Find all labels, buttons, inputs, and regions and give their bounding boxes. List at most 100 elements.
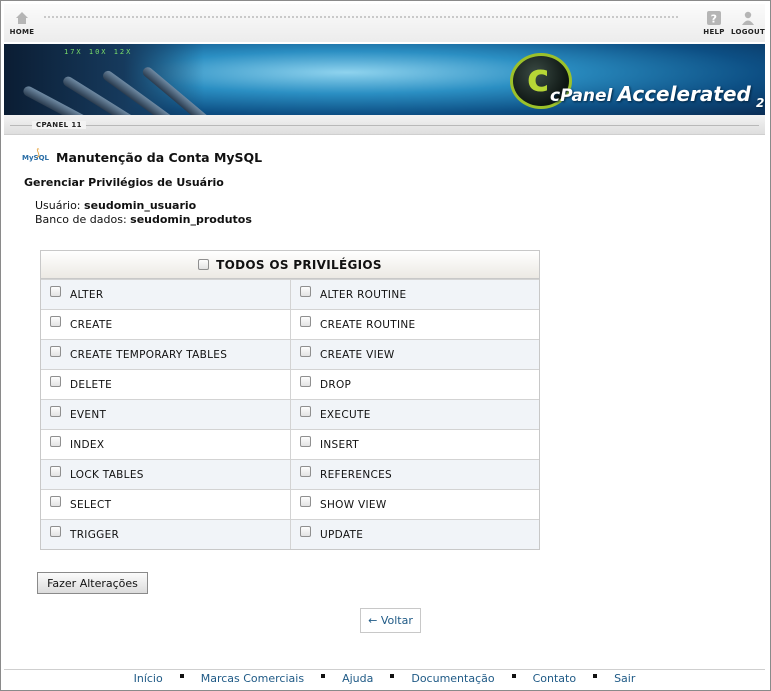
privilege-checkbox[interactable]: [50, 496, 61, 507]
privilege-cell[interactable]: INSERT: [290, 430, 539, 459]
privilege-checkbox[interactable]: [50, 286, 61, 297]
privileges-rows: ALTER ALTER ROUTINE CREATE CREATE ROUTINE CR…: [41, 279, 539, 549]
privilege-label: DROP: [320, 378, 352, 391]
home-button[interactable]: HOME: [4, 10, 40, 36]
privilege-label: CREATE ROUTINE: [320, 318, 416, 331]
privilege-checkbox[interactable]: [300, 466, 311, 477]
privilege-checkbox[interactable]: [50, 316, 61, 327]
user-line: Usuário: seudomin_usuario: [35, 199, 252, 213]
database-line: Banco de dados: seudomin_produtos: [35, 213, 252, 227]
database-value: seudomin_produtos: [130, 213, 252, 226]
privilege-cell[interactable]: DROP: [290, 370, 539, 399]
privilege-cell[interactable]: CREATE TEMPORARY TABLES: [41, 340, 290, 369]
privilege-cell[interactable]: TRIGGER: [41, 520, 290, 549]
privilege-checkbox[interactable]: [50, 466, 61, 477]
privilege-cell[interactable]: EVENT: [41, 400, 290, 429]
privilege-checkbox[interactable]: [300, 436, 311, 447]
privilege-checkbox[interactable]: [50, 346, 61, 357]
privilege-checkbox[interactable]: [300, 526, 311, 537]
privilege-row: SELECT SHOW VIEW: [41, 489, 539, 519]
save-changes-button[interactable]: Fazer Alterações: [37, 572, 148, 594]
footer-link-ajuda[interactable]: Ajuda: [331, 672, 384, 685]
version-divider: [10, 125, 759, 126]
privilege-cell[interactable]: UPDATE: [290, 520, 539, 549]
account-info: Usuário: seudomin_usuario Banco de dados…: [35, 199, 252, 227]
logout-label: LOGOUT: [730, 28, 766, 36]
privilege-label: CREATE VIEW: [320, 348, 395, 361]
privilege-label: ALTER: [70, 288, 104, 301]
home-icon: [4, 10, 40, 26]
privilege-cell[interactable]: ALTER ROUTINE: [290, 280, 539, 309]
help-button[interactable]: ? HELP: [696, 10, 732, 36]
privilege-label: INDEX: [70, 438, 105, 451]
privilege-cell[interactable]: ALTER: [41, 280, 290, 309]
banner-numbers: 17X 10X 12X: [64, 48, 133, 56]
database-label: Banco de dados:: [35, 213, 127, 226]
privilege-label: SELECT: [70, 498, 112, 511]
help-icon: ?: [696, 10, 732, 26]
privilege-cell[interactable]: SHOW VIEW: [290, 490, 539, 519]
toolbar-divider: [44, 16, 678, 20]
privilege-row: DELETE DROP: [41, 369, 539, 399]
privilege-cell[interactable]: INDEX: [41, 430, 290, 459]
privileges-table: TODOS OS PRIVILÉGIOS ALTER ALTER ROUTINE C…: [40, 250, 540, 550]
privilege-row: CREATE CREATE ROUTINE: [41, 309, 539, 339]
logout-button[interactable]: LOGOUT: [730, 10, 766, 36]
brand-version: 2: [755, 96, 765, 110]
help-label: HELP: [703, 28, 725, 36]
privilege-cell[interactable]: REFERENCES: [290, 460, 539, 489]
cpanel-brand: cPanel Accelerated 2: [550, 82, 764, 110]
brand-accelerated: Accelerated: [617, 82, 751, 106]
top-toolbar: HOME ? HELP LOGOUT: [4, 4, 765, 42]
footer-link-inicio[interactable]: Início: [123, 672, 174, 685]
privilege-checkbox[interactable]: [50, 526, 61, 537]
footer-link-sair[interactable]: Sair: [603, 672, 646, 685]
privilege-checkbox[interactable]: [50, 406, 61, 417]
footer-link-marcas[interactable]: Marcas Comerciais: [190, 672, 315, 685]
privilege-checkbox[interactable]: [300, 496, 311, 507]
privilege-label: ALTER ROUTINE: [320, 288, 407, 301]
footer-link-contato[interactable]: Contato: [522, 672, 587, 685]
privilege-cell[interactable]: CREATE: [41, 310, 290, 339]
privilege-label: TRIGGER: [70, 528, 120, 541]
privilege-label: INSERT: [320, 438, 359, 451]
privilege-row: CREATE TEMPORARY TABLES CREATE VIEW: [41, 339, 539, 369]
footer-separator: [179, 673, 184, 678]
footer-links: Início Marcas Comerciais Ajuda Documenta…: [4, 669, 765, 687]
version-bar: CPANEL 11: [4, 115, 765, 135]
privilege-checkbox[interactable]: [300, 406, 311, 417]
user-label: Usuário:: [35, 199, 81, 212]
back-button[interactable]: ← Voltar: [360, 608, 421, 633]
privilege-cell[interactable]: EXECUTE: [290, 400, 539, 429]
privilege-label: CREATE TEMPORARY TABLES: [70, 348, 228, 361]
privilege-row: ALTER ALTER ROUTINE: [41, 279, 539, 309]
all-privileges-label: TODOS OS PRIVILÉGIOS: [216, 257, 382, 272]
cpanel-banner: 17X 10X 12X cPanel Accelerated 2: [4, 44, 765, 115]
privilege-cell[interactable]: CREATE ROUTINE: [290, 310, 539, 339]
privilege-checkbox[interactable]: [300, 316, 311, 327]
footer-separator: [390, 673, 395, 678]
privilege-label: REFERENCES: [320, 468, 393, 481]
all-privileges-checkbox[interactable]: [198, 259, 210, 270]
privilege-cell[interactable]: SELECT: [41, 490, 290, 519]
privilege-label: UPDATE: [320, 528, 364, 541]
privilege-cell[interactable]: LOCK TABLES: [41, 460, 290, 489]
privilege-row: TRIGGER UPDATE: [41, 519, 539, 549]
footer-link-documentacao[interactable]: Documentação: [400, 672, 505, 685]
privilege-checkbox[interactable]: [300, 286, 311, 297]
all-privileges-header: TODOS OS PRIVILÉGIOS: [41, 251, 539, 279]
privilege-checkbox[interactable]: [300, 376, 311, 387]
footer-separator: [321, 673, 326, 678]
privilege-cell[interactable]: DELETE: [41, 370, 290, 399]
version-label: CPANEL 11: [32, 121, 86, 129]
section-subtitle: Gerenciar Privilégios de Usuário: [24, 176, 224, 189]
privilege-label: EVENT: [70, 408, 107, 421]
privilege-checkbox[interactable]: [50, 436, 61, 447]
privilege-label: EXECUTE: [320, 408, 371, 421]
privilege-row: LOCK TABLES REFERENCES: [41, 459, 539, 489]
privilege-row: INDEX INSERT: [41, 429, 539, 459]
privilege-cell[interactable]: CREATE VIEW: [290, 340, 539, 369]
privilege-checkbox[interactable]: [50, 376, 61, 387]
privilege-checkbox[interactable]: [300, 346, 311, 357]
home-label: HOME: [9, 28, 35, 36]
